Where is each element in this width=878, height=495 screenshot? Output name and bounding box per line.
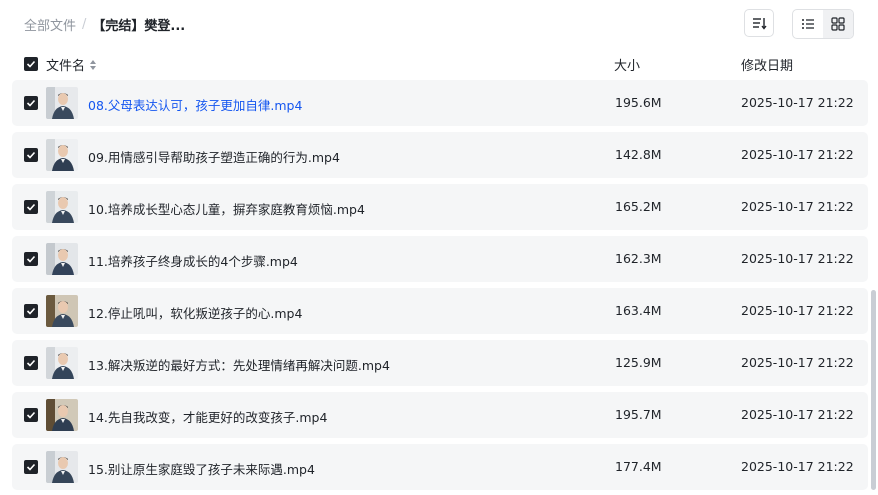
column-header-size[interactable]: 大小 <box>614 55 640 74</box>
row-checkbox[interactable] <box>24 460 38 474</box>
checkmark-icon <box>26 60 36 68</box>
file-row[interactable]: 12.停止吼叫，软化叛逆孩子的心.mp4 163.4M 2025-10-17 21:… <box>12 288 868 334</box>
video-thumbnail[interactable] <box>46 139 78 171</box>
list-view-icon <box>802 19 814 29</box>
row-checkbox[interactable] <box>24 252 38 266</box>
video-thumbnail[interactable] <box>46 399 78 431</box>
file-size: 195.6M <box>615 95 662 110</box>
file-row[interactable]: 11.培养孩子终身成长的4个步骤.mp4 162.3M 2025-10-17 21:… <box>12 236 868 282</box>
file-size: 162.3M <box>615 251 662 266</box>
top-bar: 全部文件 / 【完结】樊登... <box>0 0 878 48</box>
file-row[interactable]: 09.用情感引导帮助孩子塑造正确的行为.mp4 142.8M 2025-10-17 … <box>12 132 868 178</box>
row-checkbox[interactable] <box>24 304 38 318</box>
file-row[interactable]: 15.别让原生家庭毁了孩子未来际遇.mp4 177.4M 2025-10-17 21… <box>12 444 868 490</box>
file-size: 165.2M <box>615 199 662 214</box>
file-row[interactable]: 13.解决叛逆的最好方式：先处理情绪再解决问题.mp4 125.9M 2025-10… <box>12 340 868 386</box>
checkmark-icon <box>26 307 36 315</box>
select-all-checkbox[interactable] <box>24 57 38 71</box>
table-header: 文件名 大小 修改日期 <box>12 52 868 76</box>
view-mode-toggle <box>792 9 854 39</box>
file-size: 163.4M <box>615 303 662 318</box>
row-checkbox[interactable] <box>24 408 38 422</box>
file-size: 125.9M <box>615 355 662 370</box>
file-name-link[interactable]: 11.培养孩子终身成长的4个步骤.mp4 <box>88 251 298 270</box>
checkmark-icon <box>26 151 36 159</box>
list-view-button[interactable] <box>793 10 823 38</box>
file-name-link[interactable]: 14.先自我改变，才能更好的改变孩子.mp4 <box>88 407 327 426</box>
video-thumbnail[interactable] <box>46 243 78 275</box>
file-modified-date: 2025-10-17 21:22 <box>741 459 854 474</box>
video-thumbnail[interactable] <box>46 191 78 223</box>
video-thumbnail[interactable] <box>46 451 78 483</box>
breadcrumb-root-link[interactable]: 全部文件 <box>24 15 76 34</box>
file-name-link[interactable]: 12.停止吼叫，软化叛逆孩子的心.mp4 <box>88 303 302 322</box>
file-modified-date: 2025-10-17 21:22 <box>741 303 854 318</box>
sort-caret-icon <box>89 59 97 71</box>
file-name-link[interactable]: 10.培养成长型心态儿童，摒弃家庭教育烦恼.mp4 <box>88 199 365 218</box>
file-modified-date: 2025-10-17 21:22 <box>741 199 854 214</box>
file-name-link[interactable]: 08.父母表达认可，孩子更加自律.mp4 <box>88 95 302 114</box>
file-name-link[interactable]: 09.用情感引导帮助孩子塑造正确的行为.mp4 <box>88 147 340 166</box>
checkmark-icon <box>26 99 36 107</box>
checkmark-icon <box>26 203 36 211</box>
file-name-link[interactable]: 13.解决叛逆的最好方式：先处理情绪再解决问题.mp4 <box>88 355 390 374</box>
file-modified-date: 2025-10-17 21:22 <box>741 95 854 110</box>
file-row[interactable]: 08.父母表达认可，孩子更加自律.mp4 195.6M 2025-10-17 21:… <box>12 80 868 126</box>
grid-view-button[interactable] <box>823 10 853 38</box>
file-name-link[interactable]: 15.别让原生家庭毁了孩子未来际遇.mp4 <box>88 459 315 478</box>
row-checkbox[interactable] <box>24 148 38 162</box>
file-size: 177.4M <box>615 459 662 474</box>
row-checkbox[interactable] <box>24 96 38 110</box>
video-thumbnail[interactable] <box>46 347 78 379</box>
column-header-modified[interactable]: 修改日期 <box>741 55 793 74</box>
breadcrumb: 全部文件 / 【完结】樊登... <box>24 14 185 34</box>
video-thumbnail[interactable] <box>46 87 78 119</box>
sort-lines-icon <box>753 18 767 30</box>
file-row[interactable]: 14.先自我改变，才能更好的改变孩子.mp4 195.7M 2025-10-17 2… <box>12 392 868 438</box>
checkmark-icon <box>26 463 36 471</box>
column-header-name-label: 文件名 <box>46 59 86 74</box>
checkmark-icon <box>26 255 36 263</box>
scrollbar-thumb[interactable] <box>871 290 876 490</box>
breadcrumb-current-folder: 【完结】樊登... <box>92 18 186 34</box>
file-size: 195.7M <box>615 407 662 422</box>
breadcrumb-separator: / <box>82 16 87 32</box>
checkmark-icon <box>26 411 36 419</box>
file-modified-date: 2025-10-17 21:22 <box>741 407 854 422</box>
row-checkbox[interactable] <box>24 356 38 370</box>
row-checkbox[interactable] <box>24 200 38 214</box>
column-header-name[interactable]: 文件名 <box>46 55 97 74</box>
sort-button[interactable] <box>744 9 774 37</box>
file-row[interactable]: 10.培养成长型心态儿童，摒弃家庭教育烦恼.mp4 165.2M 2025-10-1… <box>12 184 868 230</box>
checkmark-icon <box>26 359 36 367</box>
file-size: 142.8M <box>615 147 662 162</box>
file-modified-date: 2025-10-17 21:22 <box>741 147 854 162</box>
grid-view-icon <box>831 17 845 31</box>
file-modified-date: 2025-10-17 21:22 <box>741 355 854 370</box>
file-modified-date: 2025-10-17 21:22 <box>741 251 854 266</box>
video-thumbnail[interactable] <box>46 295 78 327</box>
